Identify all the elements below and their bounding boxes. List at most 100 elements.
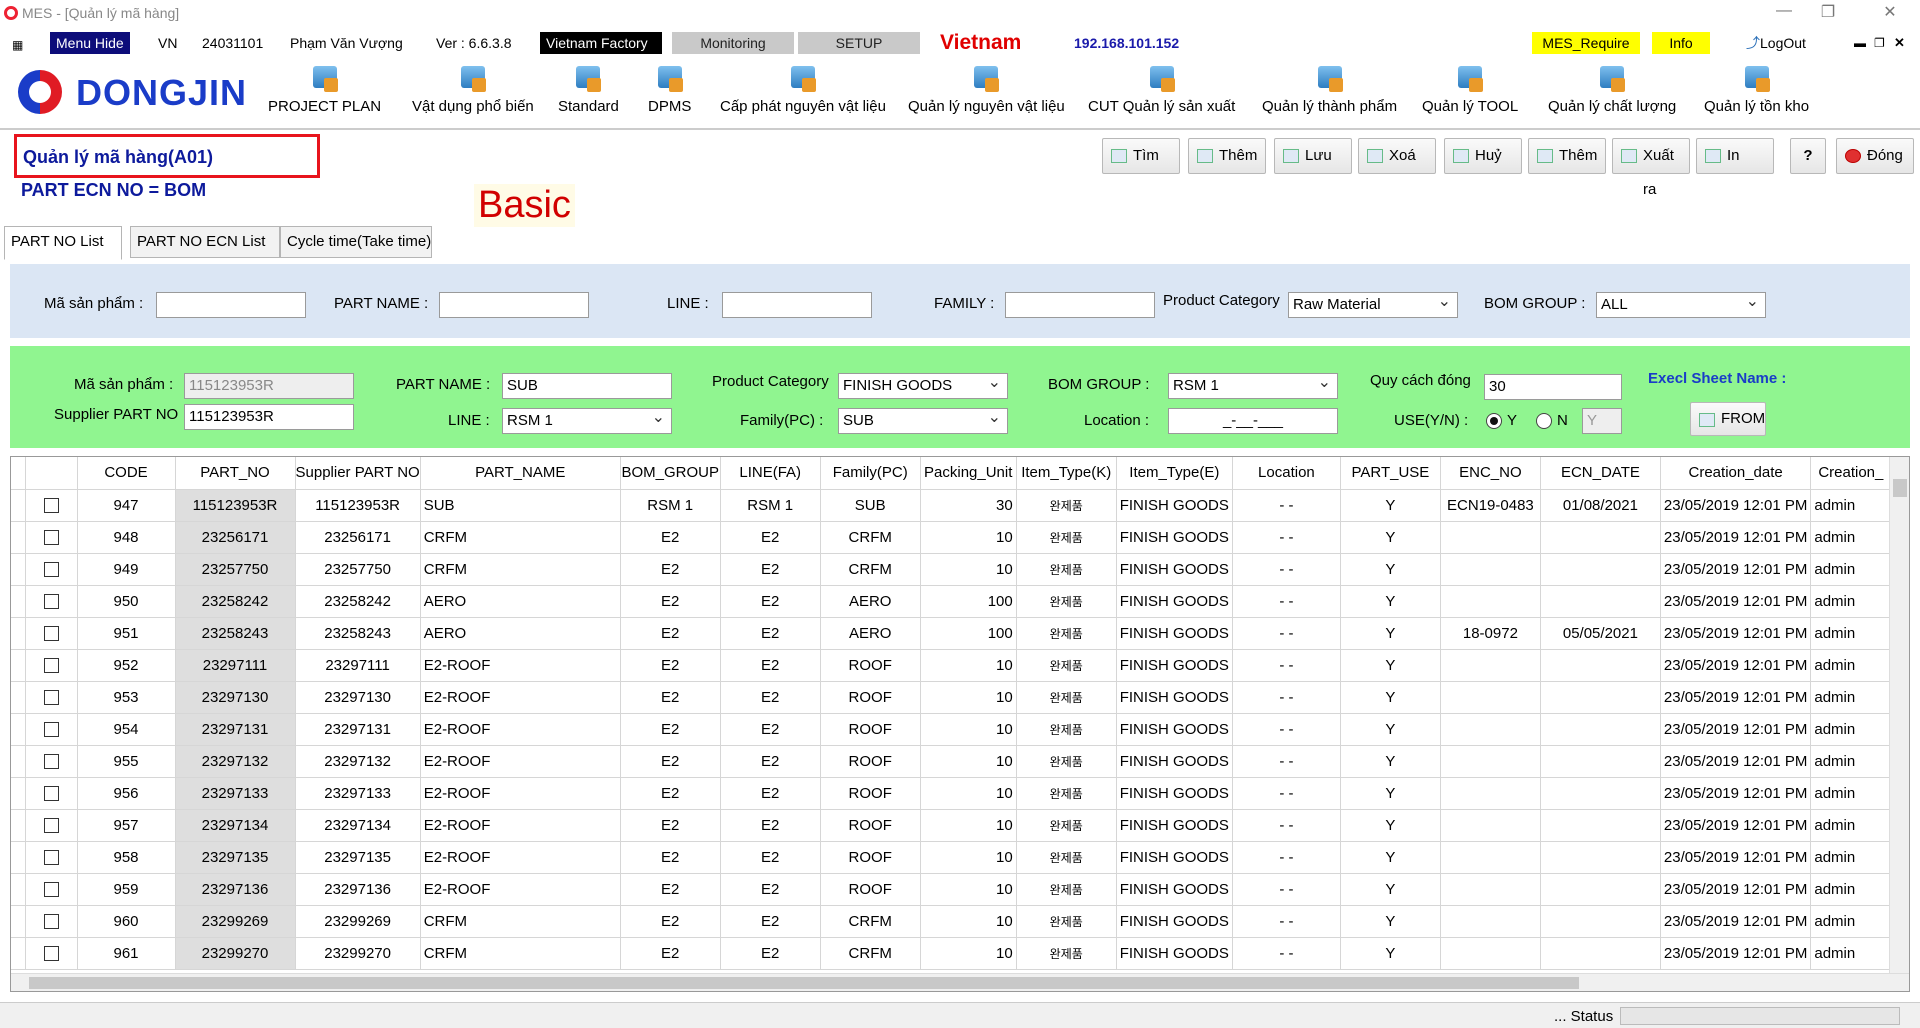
use-no-radio[interactable] bbox=[1536, 413, 1552, 429]
row-checkbox[interactable] bbox=[43, 914, 59, 930]
restore-icon[interactable]: ❐ bbox=[1806, 2, 1850, 26]
table-cell[interactable]: FINISH GOODS bbox=[1116, 873, 1233, 906]
table-cell[interactable]: E2-ROOF bbox=[420, 649, 621, 682]
table-cell[interactable]: admin bbox=[1810, 745, 1892, 778]
table-cell[interactable]: E2 bbox=[720, 713, 821, 746]
vertical-scrollbar[interactable] bbox=[1889, 457, 1909, 975]
row-checkbox[interactable] bbox=[43, 690, 59, 706]
table-cell[interactable]: 115123953R bbox=[175, 489, 296, 522]
table-cell[interactable] bbox=[1440, 937, 1541, 970]
table-cell[interactable]: 23297134 bbox=[175, 809, 296, 842]
menu-hide-button[interactable]: Menu Hide bbox=[50, 32, 130, 54]
table-cell[interactable] bbox=[1440, 905, 1541, 938]
table-cell[interactable]: CRFM bbox=[820, 521, 921, 554]
print-button[interactable]: In bbox=[1696, 138, 1774, 174]
logout-button[interactable]: ⤴LogOut bbox=[1740, 32, 1812, 54]
row-checkbox[interactable] bbox=[43, 530, 59, 546]
table-cell[interactable] bbox=[1540, 905, 1661, 938]
table-cell[interactable]: FINISH GOODS bbox=[1116, 489, 1233, 522]
table-cell[interactable]: - - bbox=[1232, 521, 1341, 554]
column-header[interactable]: ECN_DATE bbox=[1540, 457, 1661, 490]
table-cell[interactable]: FINISH GOODS bbox=[1116, 809, 1233, 842]
table-cell[interactable]: admin bbox=[1810, 905, 1892, 938]
table-cell[interactable]: E2 bbox=[620, 649, 721, 682]
table-cell[interactable]: ROOF bbox=[820, 873, 921, 906]
table-cell[interactable]: Y bbox=[1340, 841, 1441, 874]
table-cell[interactable]: 10 bbox=[920, 809, 1017, 842]
tab-part-no-list[interactable]: PART NO List bbox=[4, 226, 122, 260]
table-cell[interactable]: 23297133 bbox=[295, 777, 421, 810]
table-cell[interactable]: E2 bbox=[620, 745, 721, 778]
table-cell[interactable]: admin bbox=[1810, 809, 1892, 842]
table-cell[interactable]: 100 bbox=[920, 585, 1017, 618]
table-cell[interactable] bbox=[1440, 873, 1541, 906]
use-value-input[interactable]: Y bbox=[1582, 408, 1622, 434]
table-cell[interactable]: 완제품 bbox=[1016, 521, 1117, 554]
table-cell[interactable] bbox=[1540, 681, 1661, 714]
column-header[interactable]: Location bbox=[1232, 457, 1341, 490]
export-button[interactable]: Xuất ra bbox=[1612, 138, 1690, 198]
table-row[interactable]: 954 23297131 23297131 E2-ROOF E2 E2 ROOF 10 완제품 F… bbox=[11, 713, 1892, 746]
table-cell[interactable] bbox=[1540, 713, 1661, 746]
toolbar-project-plan[interactable]: PROJECT PLAN bbox=[268, 62, 381, 115]
table-cell[interactable]: - - bbox=[1232, 937, 1341, 970]
table-cell[interactable]: admin bbox=[1810, 681, 1892, 714]
row-checkbox[interactable] bbox=[43, 850, 59, 866]
edit-category-select[interactable]: FINISH GOODS bbox=[838, 372, 1008, 399]
table-cell[interactable]: ROOF bbox=[820, 841, 921, 874]
table-cell[interactable]: AERO bbox=[820, 585, 921, 618]
table-cell[interactable]: 957 bbox=[77, 809, 176, 842]
table-cell[interactable]: 23/05/2019 12:01 PM bbox=[1660, 745, 1812, 778]
table-cell[interactable]: E2 bbox=[720, 681, 821, 714]
cancel-button[interactable]: Huỷ bbox=[1444, 138, 1522, 174]
toolbar-standard[interactable]: Standard bbox=[558, 62, 619, 115]
table-cell[interactable]: Y bbox=[1340, 489, 1441, 522]
table-cell[interactable]: 완제품 bbox=[1016, 681, 1117, 714]
table-cell[interactable]: 23258242 bbox=[175, 585, 296, 618]
table-cell[interactable]: E2-ROOF bbox=[420, 841, 621, 874]
table-cell[interactable]: RSM 1 bbox=[720, 489, 821, 522]
table-cell[interactable]: 953 bbox=[77, 681, 176, 714]
table-cell[interactable]: - - bbox=[1232, 649, 1341, 682]
table-cell[interactable]: - - bbox=[1232, 905, 1341, 938]
table-cell[interactable]: E2-ROOF bbox=[420, 873, 621, 906]
table-cell[interactable]: admin bbox=[1810, 713, 1892, 746]
table-cell[interactable]: CRFM bbox=[820, 905, 921, 938]
table-cell[interactable]: 완제품 bbox=[1016, 649, 1117, 682]
table-cell[interactable] bbox=[1440, 713, 1541, 746]
edit-packing-input[interactable]: 30 bbox=[1484, 374, 1622, 400]
table-cell[interactable]: admin bbox=[1810, 649, 1892, 682]
table-cell[interactable]: 완제품 bbox=[1016, 873, 1117, 906]
table-cell[interactable]: ROOF bbox=[820, 809, 921, 842]
table-cell[interactable]: 23/05/2019 12:01 PM bbox=[1660, 553, 1812, 586]
table-cell[interactable]: 958 bbox=[77, 841, 176, 874]
row-checkbox[interactable] bbox=[43, 594, 59, 610]
table-cell[interactable]: E2 bbox=[720, 777, 821, 810]
table-cell[interactable]: CRFM bbox=[420, 553, 621, 586]
table-cell[interactable]: AERO bbox=[420, 617, 621, 650]
table-cell[interactable]: FINISH GOODS bbox=[1116, 553, 1233, 586]
table-cell[interactable]: 10 bbox=[920, 937, 1017, 970]
table-cell[interactable]: E2 bbox=[620, 841, 721, 874]
table-cell[interactable]: 23297111 bbox=[175, 649, 296, 682]
filter-line-input[interactable] bbox=[722, 292, 872, 318]
table-cell[interactable]: Y bbox=[1340, 553, 1441, 586]
table-cell[interactable]: Y bbox=[1340, 873, 1441, 906]
table-cell[interactable]: 115123953R bbox=[295, 489, 421, 522]
use-yes-radio[interactable] bbox=[1486, 413, 1502, 429]
toolbar-material-issue[interactable]: Cấp phát nguyên vật liệu bbox=[720, 62, 886, 115]
table-cell[interactable]: Y bbox=[1340, 585, 1441, 618]
mes-require-button[interactable]: MES_Require bbox=[1532, 32, 1640, 54]
table-cell[interactable] bbox=[1540, 873, 1661, 906]
table-cell[interactable]: E2 bbox=[620, 873, 721, 906]
column-header[interactable]: Creation_date bbox=[1660, 457, 1812, 490]
table-cell[interactable]: 23299270 bbox=[295, 937, 421, 970]
table-cell[interactable]: 23/05/2019 12:01 PM bbox=[1660, 937, 1812, 970]
table-cell[interactable]: Y bbox=[1340, 745, 1441, 778]
table-row[interactable]: 948 23256171 23256171 CRFM E2 E2 CRFM 10 완제품 FINI… bbox=[11, 521, 1892, 554]
close-icon[interactable]: ✕ bbox=[1868, 2, 1912, 26]
table-cell[interactable]: 완제품 bbox=[1016, 553, 1117, 586]
table-cell[interactable]: E2-ROOF bbox=[420, 809, 621, 842]
table-cell[interactable]: E2-ROOF bbox=[420, 681, 621, 714]
tab-cycle-time[interactable]: Cycle time(Take time) bbox=[280, 226, 432, 258]
